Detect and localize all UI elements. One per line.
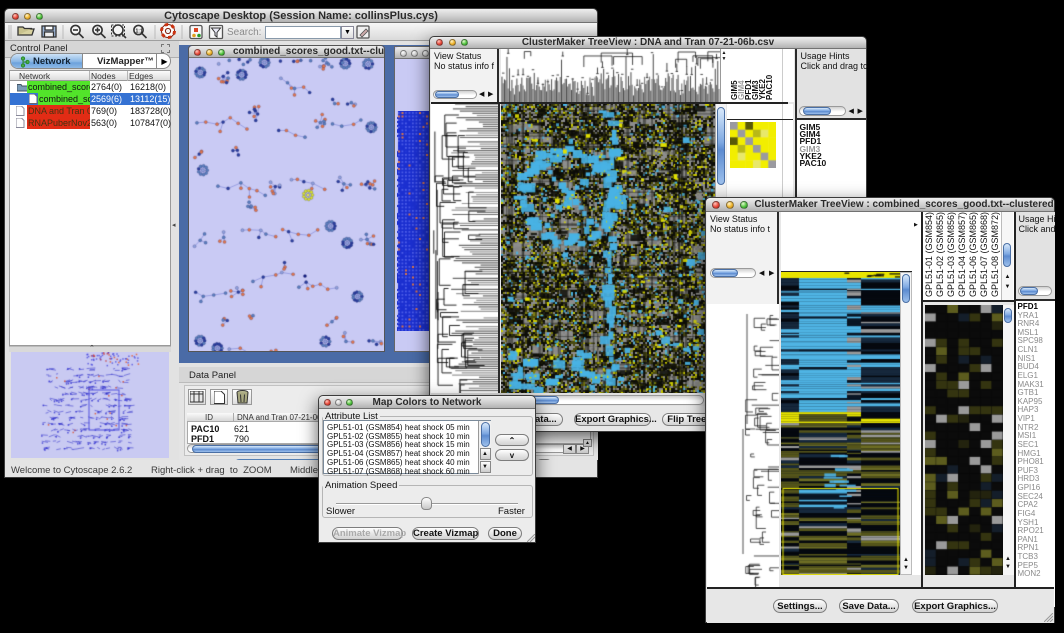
svg-text:1:1: 1:1 [136, 29, 143, 35]
